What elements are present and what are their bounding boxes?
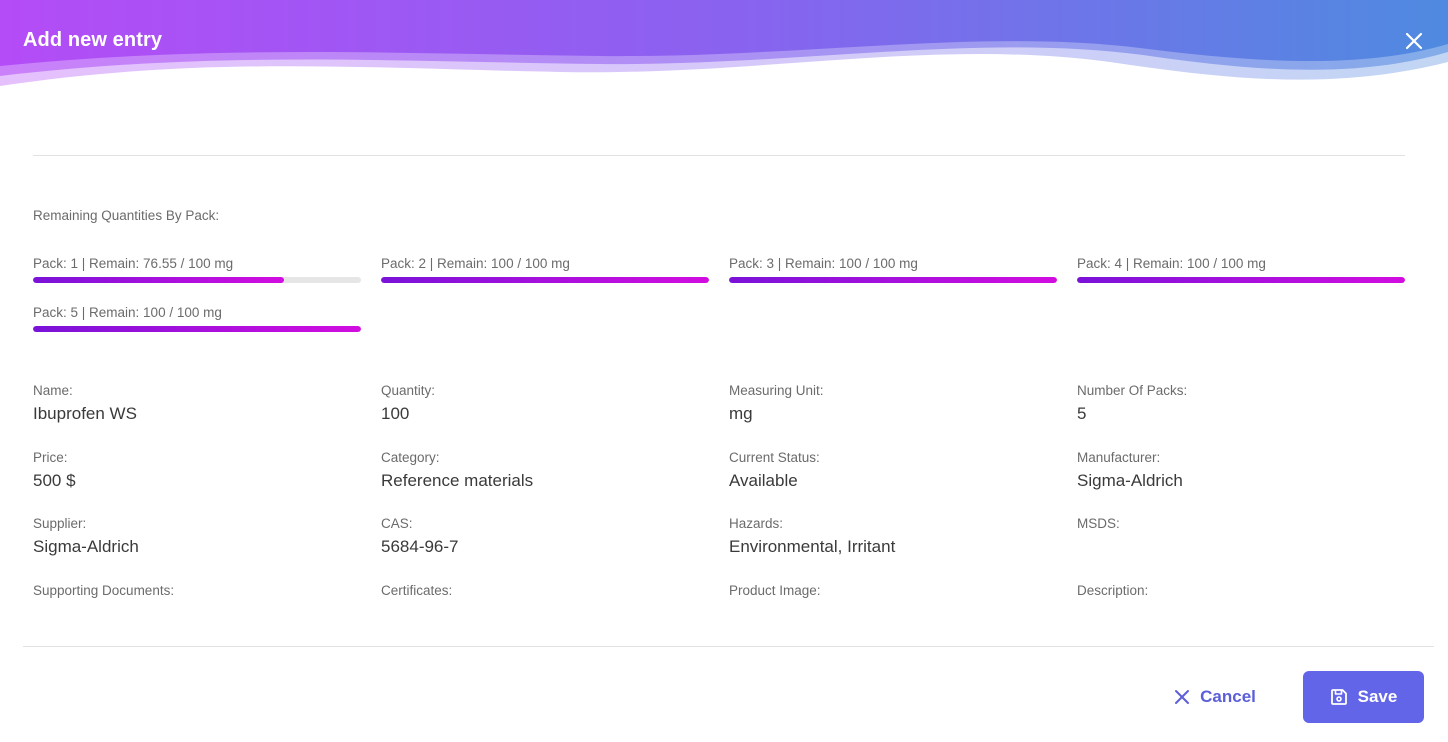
pack-progress-track [33, 326, 361, 332]
field-label: Name: [33, 383, 73, 398]
pack-label: Pack: 1 | Remain: 76.55 / 100 mg [33, 256, 234, 271]
pack-progress-fill [381, 277, 709, 283]
field-label: Hazards: [729, 516, 784, 531]
field-name: Name: Ibuprofen WS [33, 383, 381, 450]
field-msds: MSDS: [1077, 516, 1405, 583]
field-label: Quantity: [381, 383, 436, 398]
packs-section-label: Remaining Quantities By Pack: [33, 208, 220, 223]
pack-progress-track [729, 277, 1057, 283]
field-value: Sigma-Aldrich [33, 537, 139, 556]
field-category: Category: Reference materials [381, 450, 729, 517]
details-grid: Name: Ibuprofen WS Quantity: 100 Measuri… [33, 383, 1405, 649]
field-label: Number Of Packs: [1077, 383, 1188, 398]
field-label: Current Status: [729, 449, 820, 465]
field-value: Available [729, 470, 798, 490]
field-measuring-unit: Measuring Unit: mg [729, 383, 1077, 450]
pack-item: Pack: 3 | Remain: 100 / 100 mg [729, 256, 1057, 283]
pack-progress-fill [729, 277, 1057, 283]
field-label: Supporting Documents: [33, 582, 175, 598]
field-value: 5684-96-7 [381, 537, 459, 556]
top-divider [33, 155, 1405, 156]
pack-item: Pack: 4 | Remain: 100 / 100 mg [1077, 256, 1405, 283]
field-cas: CAS: 5684-96-7 [381, 516, 729, 583]
field-certificates: Certificates: [381, 583, 729, 650]
field-value: 100 [381, 404, 410, 423]
field-value: Environmental, Irritant [729, 537, 896, 556]
field-label: Category: [381, 449, 440, 465]
header-wave-background [0, 0, 1448, 86]
field-description: Description: [1077, 583, 1405, 650]
save-button[interactable]: Save [1303, 671, 1424, 723]
field-current-status: Current Status: Available [729, 450, 1077, 517]
field-price: Price: 500 $ [33, 450, 381, 517]
field-label: Manufacturer: [1077, 449, 1161, 465]
pack-list: Pack: 1 | Remain: 76.55 / 100 mg Pack: 2… [33, 256, 1405, 332]
pack-label: Pack: 3 | Remain: 100 / 100 mg [729, 256, 918, 271]
field-value: 500 $ [33, 470, 76, 490]
dialog-header: Add new entry [0, 0, 1448, 100]
field-hazards: Hazards: Environmental, Irritant [729, 516, 1077, 583]
field-value: Sigma-Aldrich [1077, 470, 1183, 490]
pack-progress-fill [33, 326, 361, 332]
field-label: Description: [1077, 582, 1149, 598]
field-label: Price: [33, 449, 68, 465]
pack-item: Pack: 1 | Remain: 76.55 / 100 mg [33, 256, 361, 283]
field-supporting-documents: Supporting Documents: [33, 583, 381, 650]
cancel-button-label: Cancel [1200, 687, 1256, 706]
pack-label: Pack: 2 | Remain: 100 / 100 mg [381, 256, 570, 271]
close-icon [1405, 32, 1423, 50]
field-label: Certificates: [381, 582, 453, 598]
field-label: CAS: [381, 516, 413, 531]
dialog-title: Add new entry [23, 29, 163, 51]
field-value: Reference materials [381, 470, 534, 490]
field-value: Ibuprofen WS [33, 404, 137, 423]
field-label: MSDS: [1077, 516, 1120, 531]
footer-divider [23, 646, 1434, 647]
pack-item: Pack: 2 | Remain: 100 / 100 mg [381, 256, 709, 283]
field-label: Supplier: [33, 516, 87, 531]
field-quantity: Quantity: 100 [381, 383, 729, 450]
add-entry-dialog: Add new entry Remaining Quantities By Pa… [0, 0, 1448, 742]
save-button-label: Save [1357, 687, 1398, 706]
cancel-button[interactable]: Cancel [1163, 671, 1267, 723]
field-supplier: Supplier: Sigma-Aldrich [33, 516, 381, 583]
pack-progress-track [381, 277, 709, 283]
pack-item: Pack: 5 | Remain: 100 / 100 mg [33, 305, 361, 332]
field-product-image: Product Image: [729, 583, 1077, 650]
field-number-of-packs: Number Of Packs: 5 [1077, 383, 1405, 450]
pack-progress-track [33, 277, 361, 283]
close-dialog-button[interactable] [1404, 31, 1424, 51]
floppy-disk-icon [1330, 688, 1348, 706]
field-value: mg [729, 404, 753, 423]
field-label: Product Image: [729, 582, 821, 598]
field-value: 5 [1077, 404, 1087, 423]
pack-progress-fill [33, 277, 285, 283]
close-icon [1174, 689, 1190, 705]
field-manufacturer: Manufacturer: Sigma-Aldrich [1077, 450, 1405, 517]
field-label: Measuring Unit: [729, 383, 824, 398]
pack-label: Pack: 4 | Remain: 100 / 100 mg [1077, 256, 1266, 271]
pack-label: Pack: 5 | Remain: 100 / 100 mg [33, 305, 222, 320]
pack-progress-track [1077, 277, 1405, 283]
pack-progress-fill [1077, 277, 1405, 283]
